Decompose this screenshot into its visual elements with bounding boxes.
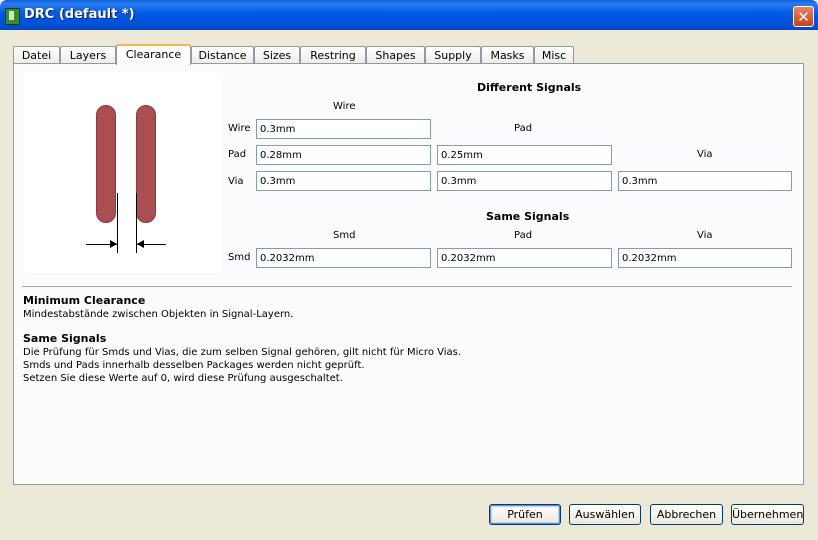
row-label-wire: Wire: [228, 123, 251, 134]
tab-misc[interactable]: Misc: [534, 46, 574, 64]
col-label-same-pad: Pad: [514, 230, 533, 241]
description-same-line1: Die Prüfung für Smds und Vias, die zum s…: [23, 347, 462, 358]
separator: [22, 286, 792, 287]
tab-clearance[interactable]: Clearance: [116, 44, 191, 65]
description-same-line3: Setzen Sie diese Werte auf 0, wird diese…: [23, 373, 343, 384]
title-bar: DRC (default *) ✕: [0, 0, 818, 30]
close-icon: ✕: [797, 8, 810, 26]
dimension-line-left: [117, 193, 118, 253]
description-min-title: Minimum Clearance: [23, 294, 146, 307]
row-label-pad: Pad: [228, 149, 247, 160]
description-same-title: Same Signals: [23, 332, 107, 345]
uebernehmen-button[interactable]: Übernehmen: [731, 504, 804, 525]
tab-layers[interactable]: Layers: [60, 46, 116, 64]
same-signals-header: Same Signals: [486, 210, 570, 223]
description-min-text: Mindestabstände zwischen Objekten in Sig…: [23, 309, 294, 320]
smd-smd-input[interactable]: [256, 248, 431, 268]
row-label-via: Via: [228, 176, 244, 187]
different-signals-header: Different Signals: [477, 81, 582, 94]
pad-pad-input[interactable]: [437, 145, 612, 165]
window-title: DRC (default *): [24, 7, 135, 22]
pad-right-shape: [136, 105, 156, 223]
auswaehlen-button[interactable]: Auswählen: [569, 504, 641, 525]
via-via-input[interactable]: [618, 171, 792, 191]
clearance-preview-image: [24, 73, 222, 273]
smd-pad-input[interactable]: [437, 248, 612, 268]
col-label-via: Via: [697, 149, 713, 160]
pad-left-shape: [96, 105, 116, 223]
tab-shapes[interactable]: Shapes: [366, 46, 425, 64]
tab-distance[interactable]: Distance: [191, 46, 254, 64]
via-pad-input[interactable]: [437, 171, 612, 191]
tab-datei[interactable]: Datei: [13, 46, 60, 64]
tab-restring[interactable]: Restring: [300, 46, 366, 64]
col-label-pad: Pad: [514, 123, 533, 134]
description-same-line2: Smds und Pads innerhalb desselben Packag…: [23, 360, 365, 371]
wire-wire-input[interactable]: [256, 119, 431, 139]
col-label-same-via: Via: [697, 230, 713, 241]
col-label-smd: Smd: [333, 230, 356, 241]
tab-masks[interactable]: Masks: [481, 46, 534, 64]
row-label-smd: Smd: [228, 252, 251, 263]
smd-via-input[interactable]: [618, 248, 792, 268]
app-icon: [5, 8, 20, 25]
tab-supply[interactable]: Supply: [425, 46, 481, 64]
arrowhead-left-icon: [137, 240, 144, 248]
pad-wire-input[interactable]: [256, 145, 431, 165]
description-minimum-clearance: Minimum Clearance Mindestabstände zwisch…: [23, 294, 293, 321]
pruefen-button[interactable]: Prüfen: [489, 504, 561, 525]
col-label-wire: Wire: [333, 101, 356, 112]
via-wire-input[interactable]: [256, 171, 431, 191]
arrowhead-right-icon: [110, 240, 117, 248]
abbrechen-button[interactable]: Abbrechen: [650, 504, 723, 525]
description-same-signals: Same Signals Die Prüfung für Smds und Vi…: [23, 332, 461, 385]
close-button[interactable]: ✕: [793, 6, 814, 27]
tab-sizes[interactable]: Sizes: [254, 46, 300, 64]
